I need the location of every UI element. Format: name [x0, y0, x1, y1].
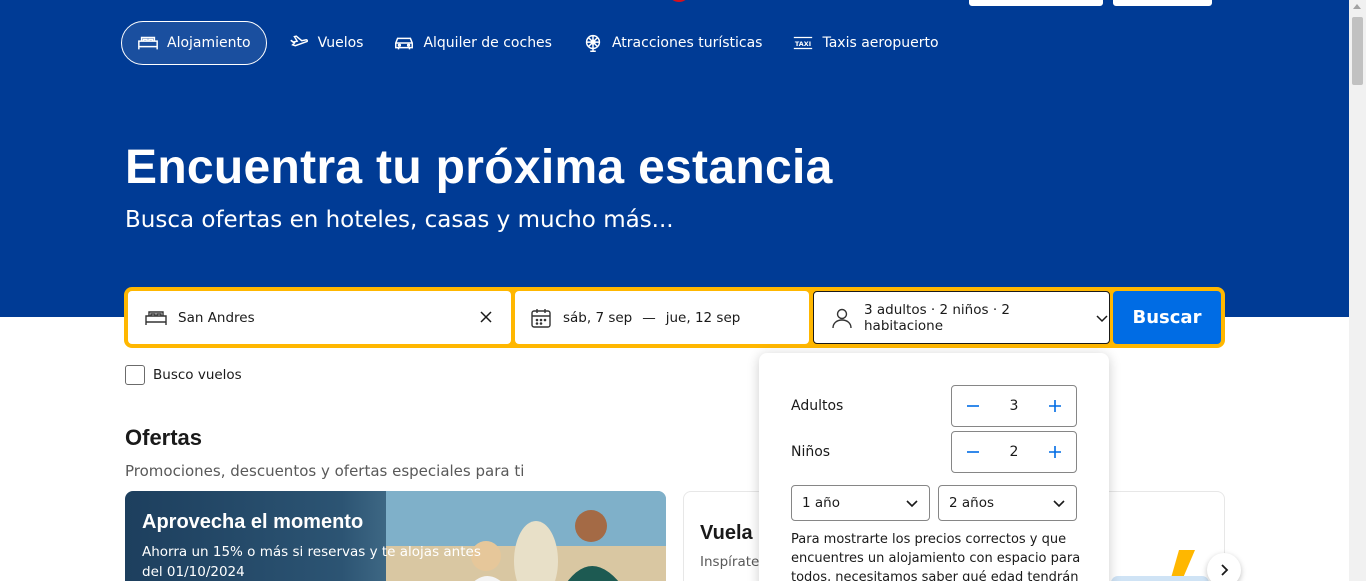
flights-checkbox[interactable] — [125, 365, 145, 385]
taxi-icon: TAXI — [792, 32, 814, 54]
plane-icon — [288, 32, 310, 54]
flights-card-title: Vuela — [700, 522, 753, 544]
offers-subtitle: Promociones, descuentos y ofertas especi… — [125, 462, 525, 480]
chevron-down-icon — [1095, 311, 1109, 325]
child-age-value: 1 año — [802, 495, 840, 511]
airplane-illustration — [1111, 550, 1209, 581]
clear-icon[interactable] — [477, 308, 495, 326]
nav-label: Vuelos — [317, 35, 364, 51]
adults-stepper: 3 — [951, 385, 1077, 427]
scroll-up-arrow[interactable] — [1353, 4, 1361, 9]
minus-icon — [967, 451, 979, 453]
bed-icon — [144, 306, 168, 330]
calendar-icon — [529, 306, 553, 330]
flights-checkbox-row[interactable]: Busco vuelos — [125, 365, 242, 385]
search-button[interactable]: Buscar — [1113, 291, 1221, 344]
adults-value: 3 — [1009, 398, 1019, 414]
bed-icon — [137, 32, 159, 54]
scroll-thumb[interactable] — [1352, 17, 1363, 85]
hero-banner: Alojamiento Vuelos Alquiler de coches At… — [0, 0, 1349, 317]
children-label: Niños — [791, 444, 831, 460]
children-value: 2 — [1009, 444, 1019, 460]
date-separator: — — [642, 309, 656, 326]
nav-item-car-rental[interactable]: Alquiler de coches — [378, 21, 567, 65]
product-nav: Alojamiento Vuelos Alquiler de coches At… — [121, 21, 954, 65]
plus-icon — [1048, 400, 1061, 412]
offers-title: Ofertas — [125, 425, 203, 450]
nav-item-airport-taxis[interactable]: TAXI Taxis aeropuerto — [777, 21, 953, 65]
offer-card-promo[interactable]: Aprovecha el momento Ahorra un 15% o más… — [125, 491, 666, 581]
nav-label: Alquiler de coches — [423, 35, 552, 51]
adults-increment-button[interactable] — [1046, 397, 1064, 415]
person-icon — [830, 306, 854, 330]
children-increment-button[interactable] — [1046, 443, 1064, 461]
child-age-select-2[interactable]: 2 años — [938, 485, 1077, 521]
child-age-select-1[interactable]: 1 año — [791, 485, 930, 521]
page-subtitle: Busca ofertas en hoteles, casas y mucho … — [125, 207, 674, 233]
destination-value: San Andres — [178, 309, 255, 326]
occupancy-value: 3 adultos · 2 niños · 2 habitacione — [864, 301, 1010, 334]
occupancy-selector[interactable]: 3 adultos · 2 niños · 2 habitacione — [813, 291, 1110, 344]
page-scrollbar[interactable] — [1349, 0, 1366, 581]
login-button[interactable] — [1113, 0, 1212, 6]
child-age-value: 2 años — [949, 495, 995, 511]
checkout-date: jue, 12 sep — [665, 309, 741, 326]
minus-icon — [967, 405, 979, 407]
plus-icon — [1048, 446, 1061, 458]
destination-input[interactable]: San Andres — [128, 291, 511, 344]
nav-label: Taxis aeropuerto — [822, 35, 939, 51]
children-stepper: 2 — [951, 431, 1077, 473]
carousel-next-button[interactable] — [1207, 553, 1241, 581]
date-picker[interactable]: sáb, 7 sep — jue, 12 sep — [515, 291, 809, 344]
page-title: Encuentra tu próxima estancia — [125, 141, 833, 194]
age-note: Para mostrarte los precios correctos y q… — [791, 532, 1081, 581]
nav-label: Atracciones turísticas — [611, 35, 763, 51]
search-bar: San Andres sáb, 7 sep — jue, 12 sep 3 ad… — [124, 287, 1225, 348]
nav-item-accommodation[interactable]: Alojamiento — [121, 21, 267, 65]
promo-title: Aprovecha el momento — [142, 511, 364, 533]
flights-checkbox-label: Busco vuelos — [153, 367, 242, 383]
promo-text: Ahorra un 15% o más si reservas y te alo… — [142, 544, 481, 580]
register-button[interactable] — [969, 0, 1103, 6]
adults-label: Adultos — [791, 398, 844, 414]
chevron-down-icon — [1053, 500, 1065, 508]
flights-card-text: Inspírate, — [700, 554, 764, 570]
nav-item-flights[interactable]: Vuelos — [273, 21, 379, 65]
car-icon — [393, 32, 415, 54]
attractions-icon — [582, 32, 604, 54]
adults-decrement-button[interactable] — [964, 397, 982, 415]
svg-text:TAXI: TAXI — [795, 40, 811, 48]
nav-label: Alojamiento — [167, 35, 251, 51]
checkin-date: sáb, 7 sep — [563, 309, 633, 326]
children-decrement-button[interactable] — [964, 443, 982, 461]
notification-dot — [671, 0, 687, 2]
nav-item-attractions[interactable]: Atracciones turísticas — [567, 21, 778, 65]
occupancy-popover: Adultos 3 Niños 2 1 año 2 años Para most… — [759, 353, 1109, 581]
chevron-right-icon — [1221, 564, 1229, 576]
chevron-down-icon — [906, 500, 918, 508]
